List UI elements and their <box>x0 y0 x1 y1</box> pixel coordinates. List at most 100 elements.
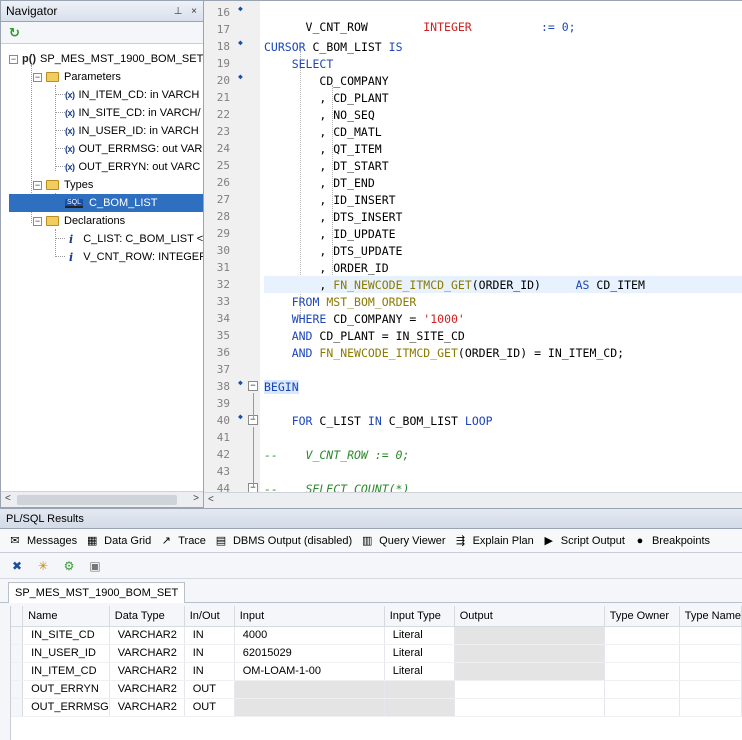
breakpoint-marker-icon[interactable]: ◆ <box>238 38 243 47</box>
navigator-horizontal-scrollbar[interactable]: < > <box>1 491 203 507</box>
column-header[interactable]: Type Owner <box>604 606 680 627</box>
tree-type-item[interactable]: SQL C_BOM_LIST <box>9 194 203 212</box>
cell-itype[interactable]: Literal <box>384 626 455 645</box>
gutter-line[interactable]: 37 <box>204 361 260 378</box>
column-header[interactable]: Output <box>454 606 605 627</box>
collapse-icon[interactable]: − <box>33 180 42 190</box>
column-header[interactable]: Input Type <box>384 606 455 627</box>
scroll-left-icon[interactable]: < <box>5 493 11 504</box>
tab-query-viewer[interactable]: ▥ Query Viewer <box>360 534 446 548</box>
tree-param-item[interactable]: (x) IN_USER_ID: in VARCH <box>65 122 199 140</box>
tab-data-grid[interactable]: ▦ Data Grid <box>85 534 151 548</box>
gutter-line[interactable]: 24 <box>204 140 260 157</box>
scroll-left-icon[interactable]: < <box>208 494 214 505</box>
breakpoint-marker-icon[interactable]: ◆ <box>238 412 243 421</box>
gutter-line[interactable]: 20 ◆ <box>204 72 260 89</box>
gutter-line[interactable]: 25 <box>204 157 260 174</box>
gutter-line[interactable]: 43 <box>204 463 260 480</box>
gutter-line[interactable]: 18 ◆ <box>204 38 260 55</box>
fold-toggle-icon[interactable]: − <box>248 381 258 391</box>
cell-input[interactable]: 4000 <box>234 626 385 645</box>
breakpoint-marker-icon[interactable]: ◆ <box>238 72 243 81</box>
breakpoint-marker-icon[interactable]: ◆ <box>238 4 243 13</box>
collapse-icon[interactable]: − <box>33 216 42 226</box>
tab-explain-plan[interactable]: ⇶ Explain Plan <box>454 534 534 548</box>
tab-dbms-output-disabled[interactable]: ▤ DBMS Output (disabled) <box>214 534 352 548</box>
tab-breakpoints[interactable]: ● Breakpoints <box>633 534 710 548</box>
tab-messages[interactable]: ✉ Messages <box>8 534 77 548</box>
pin-icon[interactable]: ⊥ <box>171 6 185 17</box>
collapse-icon[interactable]: − <box>33 72 42 82</box>
gutter-line[interactable]: 40 ◆ − <box>204 412 260 429</box>
scroll-thumb[interactable] <box>17 495 177 505</box>
close-icon[interactable]: × <box>187 6 201 17</box>
tree-node-types[interactable]: − Types <box>33 176 93 194</box>
gutter-line[interactable]: 32 <box>204 276 260 293</box>
gutter-line[interactable]: 26 <box>204 174 260 191</box>
column-header[interactable]: Data Type <box>109 606 185 627</box>
cell-itype[interactable]: Literal <box>384 662 455 681</box>
tree-decl-item[interactable]: i C_LIST: C_BOM_LIST < <box>69 230 203 248</box>
cell-itype[interactable]: Literal <box>384 644 455 663</box>
row-indicator[interactable] <box>11 662 24 681</box>
export-icon[interactable]: ▣ <box>86 557 104 575</box>
table-row[interactable]: IN_USER_ID VARCHAR2 IN 62015029 Literal <box>11 644 742 663</box>
breakpoint-marker-icon[interactable]: ◆ <box>238 378 243 387</box>
gutter-line[interactable]: 33 <box>204 293 260 310</box>
parameters-grid[interactable]: Name Data Type In/Out Input Input Type Output… <box>10 606 742 740</box>
tree-param-item[interactable]: (x) IN_SITE_CD: in VARCH/ <box>65 104 201 122</box>
tab-trace[interactable]: ↗ Trace <box>159 534 206 548</box>
tab-script-output[interactable]: ▶ Script Output <box>542 534 625 548</box>
import-icon[interactable]: ⚙ <box>60 557 78 575</box>
row-indicator[interactable] <box>11 680 24 699</box>
collapse-icon[interactable]: − <box>9 54 18 64</box>
column-header[interactable]: In/Out <box>184 606 235 627</box>
cell-input[interactable]: 62015029 <box>234 644 385 663</box>
gutter-line[interactable]: 17 <box>204 21 260 38</box>
gutter-line[interactable]: 34 <box>204 310 260 327</box>
tree-node-declarations[interactable]: − Declarations <box>33 212 125 230</box>
tree-root-procedure[interactable]: − p() SP_MES_MST_1900_BOM_SET <box>9 50 203 68</box>
table-row[interactable]: IN_SITE_CD VARCHAR2 IN 4000 Literal <box>11 626 742 645</box>
tree-param-item[interactable]: (x) OUT_ERRMSG: out VAR <box>65 140 202 158</box>
tree-decl-item[interactable]: i V_CNT_ROW: INTEGER <box>69 248 203 266</box>
gutter-line[interactable]: 19 <box>204 55 260 72</box>
editor-horizontal-scrollbar[interactable]: < <box>204 492 742 508</box>
code-area[interactable]: V_CNT_ROW INTEGER := 0; CURSOR C_BOM_LIS… <box>264 1 742 496</box>
gutter-line[interactable]: 38 ◆ − <box>204 378 260 395</box>
cell-input[interactable]: OM-LOAM-1-00 <box>234 662 385 681</box>
gutter-line[interactable]: 39 <box>204 395 260 412</box>
gutter-line[interactable]: 28 <box>204 208 260 225</box>
procedure-tab[interactable]: SP_MES_MST_1900_BOM_SET <box>8 582 186 603</box>
gutter-line[interactable]: 30 <box>204 242 260 259</box>
table-row[interactable]: OUT_ERRMSG VARCHAR2 OUT <box>11 698 742 717</box>
row-indicator[interactable] <box>11 698 24 717</box>
gutter-line[interactable]: 41 <box>204 429 260 446</box>
tree-param-item[interactable]: (x) IN_ITEM_CD: in VARCH <box>65 86 199 104</box>
gutter-line[interactable]: 35 <box>204 327 260 344</box>
line-number: 39 <box>216 397 230 410</box>
gutter-line[interactable]: 31 <box>204 259 260 276</box>
table-row[interactable]: IN_ITEM_CD VARCHAR2 IN OM-LOAM-1-00 Literal <box>11 662 742 681</box>
column-header[interactable]: Type Name <box>679 606 742 627</box>
gutter-line[interactable]: 16 ◆ <box>204 4 260 21</box>
scroll-right-icon[interactable]: > <box>193 493 199 504</box>
gutter-line[interactable]: 22 <box>204 106 260 123</box>
execute-icon[interactable]: ✖ <box>8 557 26 575</box>
column-header[interactable]: Input <box>234 606 385 627</box>
gutter-line[interactable]: 21 <box>204 89 260 106</box>
refresh-icon[interactable]: ↻ <box>9 25 20 41</box>
gutter-line[interactable]: 23 <box>204 123 260 140</box>
gutter-line[interactable]: 36 <box>204 344 260 361</box>
gutter-line[interactable]: 42 <box>204 446 260 463</box>
row-indicator[interactable] <box>11 626 24 645</box>
column-header[interactable]: Name <box>22 606 110 627</box>
new-icon[interactable]: ✳ <box>34 557 52 575</box>
gutter-line[interactable]: 29 <box>204 225 260 242</box>
table-row[interactable]: OUT_ERRYN VARCHAR2 OUT <box>11 680 742 699</box>
row-indicator[interactable] <box>11 644 24 663</box>
gutter-line[interactable]: 27 <box>204 191 260 208</box>
tree-node-parameters[interactable]: − Parameters <box>33 68 121 86</box>
code-editor[interactable]: 16 ◆ 17 18 ◆ 19 20 ◆ 21 22 23 24 25 26 27 28 29 30 31 32 33 3… <box>204 0 742 508</box>
tree-param-item[interactable]: (x) OUT_ERRYN: out VARC <box>65 158 200 176</box>
